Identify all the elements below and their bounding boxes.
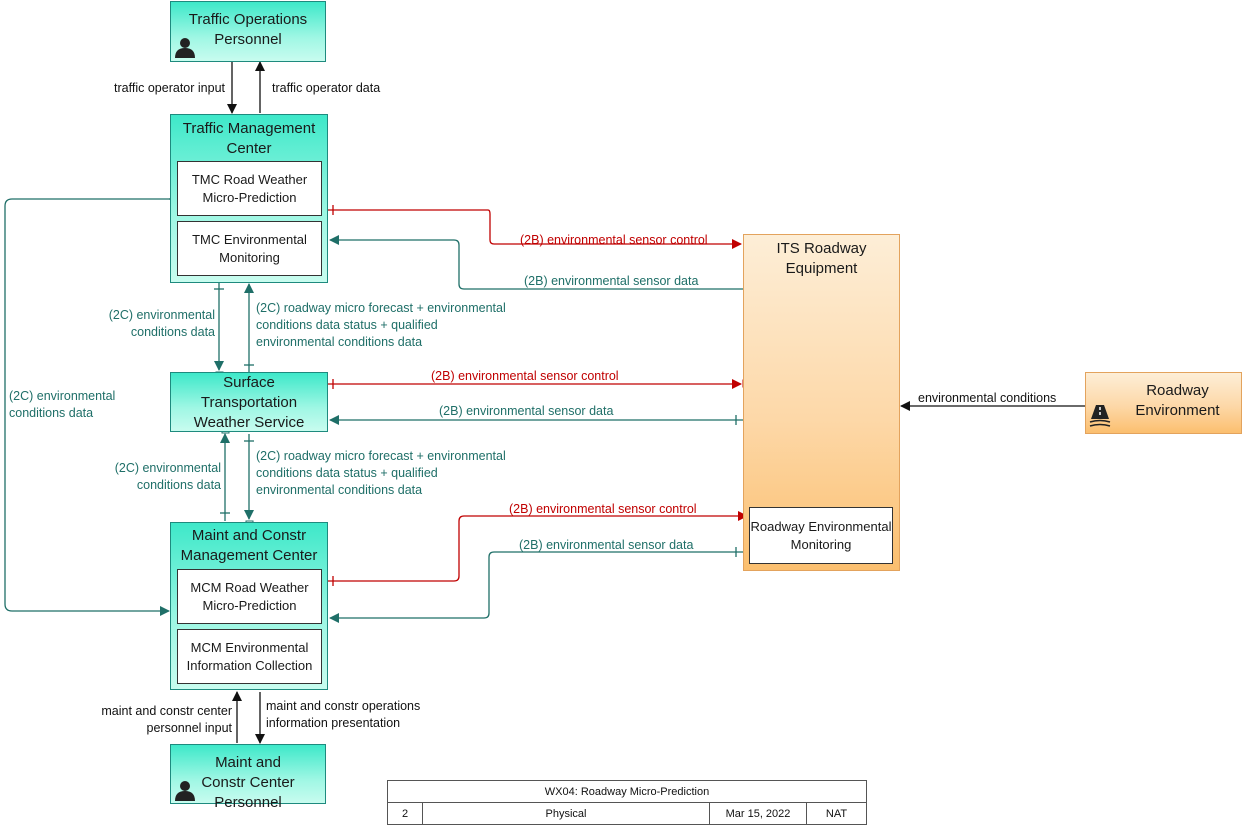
- subsystem-tmc-road-weather-micro-prediction[interactable]: TMC Road Weather Micro-Prediction: [177, 161, 322, 216]
- flow-label-mcm-to-stws-conditions: (2C) environmental conditions data: [114, 461, 221, 492]
- flow-label-tmc-mcm-conditions: (2C) environmental conditions data: [9, 389, 116, 420]
- subsystem-tmc-environmental-monitoring[interactable]: TMC Environmental Monitoring: [177, 221, 322, 276]
- flow-label-tmc-to-stws-conditions: (2C) environmental conditions data: [108, 308, 215, 339]
- node-traffic-operations-personnel[interactable]: Traffic Operations Personnel: [170, 1, 326, 62]
- person-icon: [175, 38, 195, 58]
- flow-label-tmc-sensor-control: (2B) environmental sensor control: [520, 233, 708, 247]
- node-title: Maint and Constr Management Center: [180, 527, 318, 564]
- flow-label-operator-input: traffic operator input: [114, 81, 225, 95]
- flow-label-environmental-conditions: environmental conditions: [918, 391, 1057, 405]
- subsystem-mcm-road-weather-micro-prediction[interactable]: MCM Road Weather Micro-Prediction: [177, 569, 322, 624]
- page-number: 2: [387, 802, 423, 825]
- diagram-title: WX04: Roadway Micro-Prediction: [387, 780, 867, 803]
- view-name: Physical: [422, 802, 710, 825]
- road-icon: [1089, 405, 1111, 427]
- diagram-date: Mar 15, 2022: [709, 802, 807, 825]
- organization: NAT: [806, 802, 867, 825]
- flow-label-mcm-personnel-input: maint and constr center personnel input: [101, 704, 232, 735]
- flow-label-stws-sensor-control: (2B) environmental sensor control: [431, 369, 619, 383]
- person-icon: [175, 781, 195, 801]
- flow-label-mcm-info-presentation: maint and constr operations information …: [266, 699, 421, 730]
- flow-label-mcm-sensor-data: (2B) environmental sensor data: [519, 538, 694, 552]
- node-title: Traffic Management Center: [182, 120, 316, 157]
- subsystem-roadway-environmental-monitoring[interactable]: Roadway Environmental Monitoring: [749, 507, 893, 564]
- flow-label-stws-sensor-data: (2B) environmental sensor data: [439, 404, 614, 418]
- node-maint-constr-center-personnel[interactable]: Maint and Constr Center Personnel: [170, 744, 326, 811]
- flow-label-operator-data: traffic operator data: [272, 81, 381, 95]
- node-title: Surface Transportation Weather Service: [193, 374, 305, 431]
- subsystem-mcm-environmental-information-collection[interactable]: MCM Environmental Information Collection: [177, 629, 322, 684]
- node-title: ITS Roadway Equipment: [776, 240, 867, 277]
- flow-label-stws-to-mcm-forecast: (2C) roadway micro forecast + environmen…: [256, 449, 506, 497]
- diagram-title-block: WX04: Roadway Micro-Prediction 2 Physica…: [387, 780, 867, 825]
- flow-label-stws-to-tmc-forecast: (2C) roadway micro forecast + environmen…: [256, 301, 506, 349]
- flow-label-mcm-sensor-control: (2B) environmental sensor control: [509, 502, 697, 516]
- flow-label-tmc-sensor-data: (2B) environmental sensor data: [524, 274, 699, 288]
- node-roadway-environment[interactable]: Roadway Environment: [1085, 372, 1242, 434]
- node-surface-transportation-weather-service[interactable]: Surface Transportation Weather Service: [170, 372, 328, 432]
